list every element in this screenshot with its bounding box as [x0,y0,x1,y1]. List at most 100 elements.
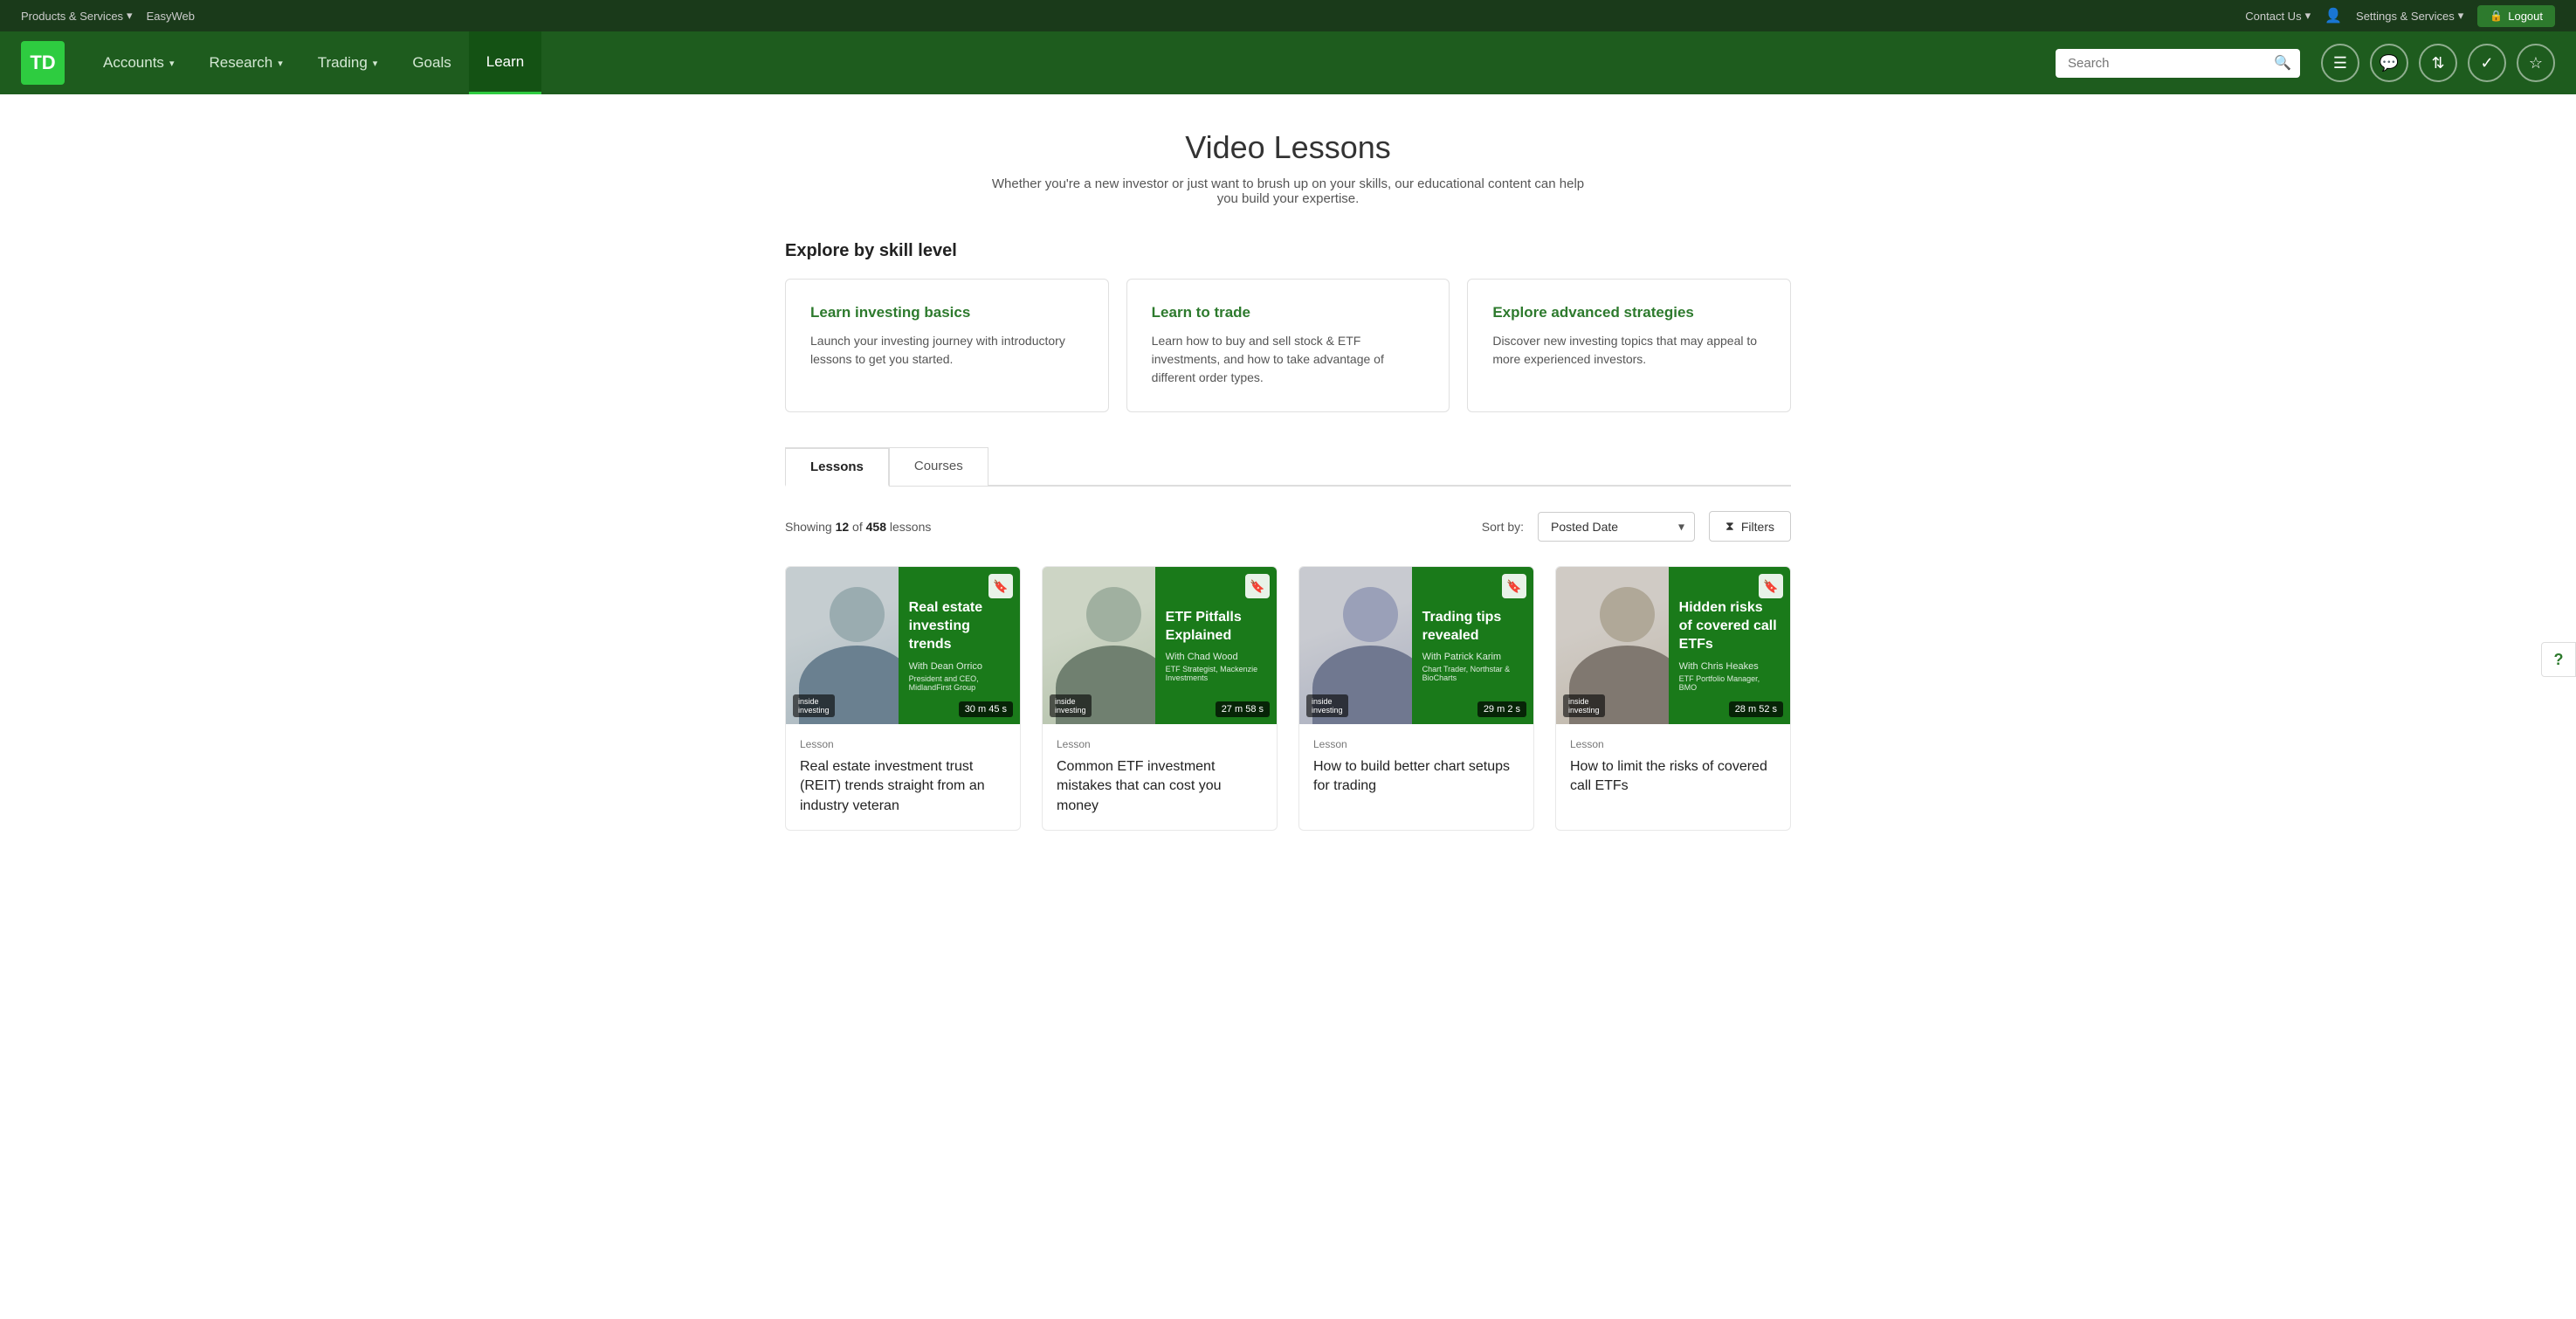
bookmark-icon-3: 🔖 [1506,579,1521,594]
lesson-thumb-4: Hidden risks of covered call ETFs With C… [1556,567,1790,724]
contact-us-dropdown[interactable]: Contact Us ▾ [2245,9,2311,23]
skill-card-basics[interactable]: Learn investing basics Launch your inves… [785,279,1109,412]
person-head-1 [830,575,885,642]
lesson-thumb-2: ETF Pitfalls Explained With Chad Wood ET… [1043,567,1277,724]
lesson-card-2[interactable]: ETF Pitfalls Explained With Chad Wood ET… [1042,566,1278,831]
skill-card-trade-desc: Learn how to buy and sell stock & ETF in… [1152,332,1425,387]
page-hero: Video Lessons Whether you're a new inves… [785,129,1791,206]
help-sidebar-button[interactable]: ? [2541,642,2576,677]
chat-button[interactable]: 💬 [2370,44,2408,82]
lesson-thumb-3: Trading tips revealed With Patrick Karim… [1299,567,1533,724]
sort-label: Sort by: [1482,520,1524,534]
transfer-button[interactable]: ⇅ [2419,44,2457,82]
settings-chevron-icon: ▾ [2458,9,2464,23]
skill-level-section: Explore by skill level Learn investing b… [785,241,1791,412]
person-name-3: With Patrick Karim [1422,652,1523,662]
lesson-card-4[interactable]: Hidden risks of covered call ETFs With C… [1555,566,1791,831]
lesson-info-2: Lesson Common ETF investment mistakes th… [1043,724,1277,830]
nav-item-learn[interactable]: Learn [469,31,541,94]
person-head-circle-2 [1086,587,1141,642]
trading-chevron-icon: ▾ [373,58,378,69]
nav-right-icons: ☰ 💬 ⇅ ✓ ☆ [2321,44,2555,82]
thumb-duration-4: 28 m 52 s [1729,701,1783,717]
person-head-circle-3 [1343,587,1398,642]
search-icon-button[interactable]: 🔍 [2274,54,2291,72]
lesson-title-1: Real estate investment trust (REIT) tren… [800,757,1006,816]
accounts-chevron-icon: ▾ [169,58,175,69]
chat-icon: 💬 [2380,54,2399,73]
person-head-circle-1 [830,587,885,642]
inside-investing-logo-3: insideinvesting [1306,694,1348,717]
thumb-person-4: With Chris Heakes ETF Portfolio Manager,… [1679,661,1780,692]
person-title-4: ETF Portfolio Manager, BMO [1679,674,1780,692]
sort-select[interactable]: Posted Date Alphabetical Duration Skill … [1538,512,1695,542]
trading-label: Trading [318,54,368,72]
lesson-type-2: Lesson [1057,738,1263,750]
person-name-1: With Dean Orrico [909,661,1009,672]
thumb-duration-3: 29 m 2 s [1477,701,1526,717]
nav-item-accounts[interactable]: Accounts ▾ [86,31,191,94]
nav-item-goals[interactable]: Goals [395,31,468,94]
sort-area: Sort by: Posted Date Alphabetical Durati… [1482,511,1791,542]
lesson-title-4: How to limit the risks of covered call E… [1570,757,1776,797]
watchlist-button[interactable]: ☰ [2321,44,2359,82]
skill-card-advanced-title: Explore advanced strategies [1492,304,1766,321]
checkmark-button[interactable]: ✓ [2468,44,2506,82]
skill-card-trade[interactable]: Learn to trade Learn how to buy and sell… [1126,279,1450,412]
person-head-4 [1600,575,1655,642]
bookmark-button-4[interactable]: 🔖 [1759,574,1783,598]
filters-label: Filters [1741,520,1774,534]
skill-card-advanced[interactable]: Explore advanced strategies Discover new… [1467,279,1791,412]
user-icon[interactable]: 👤 [2325,7,2342,24]
bookmark-button-1[interactable]: 🔖 [988,574,1013,598]
bookmark-icon-2: 🔖 [1250,579,1264,594]
person-name-4: With Chris Heakes [1679,661,1780,672]
person-title-1: President and CEO, MidlandFirst Group [909,674,1009,692]
contact-us-label: Contact Us [2245,10,2301,23]
lesson-info-4: Lesson How to limit the risks of covered… [1556,724,1790,811]
search-container: 🔍 [2056,49,2300,78]
transfer-icon: ⇅ [2431,54,2444,73]
main-navigation: TD Accounts ▾ Research ▾ Trading ▾ Goals… [0,31,2576,94]
sort-select-wrapper: Posted Date Alphabetical Duration Skill … [1538,512,1695,542]
inside-investing-logo-2: insideinvesting [1050,694,1092,717]
logout-label: Logout [2508,10,2543,23]
easyweb-link[interactable]: EasyWeb [147,10,195,23]
research-label: Research [209,54,272,72]
bookmark-button-2[interactable]: 🔖 [1245,574,1270,598]
search-input[interactable] [2056,49,2300,78]
thumb-person-1: With Dean Orrico President and CEO, Midl… [909,661,1009,692]
tab-lessons[interactable]: Lessons [785,447,889,487]
filter-icon: ⧗ [1725,519,1734,534]
contact-chevron-icon: ▾ [2305,9,2311,23]
lesson-card-1[interactable]: Real estate investing trends With Dean O… [785,566,1021,831]
nav-item-research[interactable]: Research ▾ [191,31,300,94]
lesson-type-4: Lesson [1570,738,1776,750]
td-logo[interactable]: TD [21,41,65,85]
person-name-2: With Chad Wood [1166,652,1266,662]
filters-button[interactable]: ⧗ Filters [1709,511,1791,542]
star-button[interactable]: ☆ [2517,44,2555,82]
lesson-card-3[interactable]: Trading tips revealed With Patrick Karim… [1298,566,1534,831]
utility-bar-right: Contact Us ▾ 👤 Settings & Services ▾ 🔒 L… [2245,5,2555,27]
person-head-2 [1086,575,1141,642]
person-title-3: Chart Trader, Northstar & BioCharts [1422,665,1523,682]
lesson-type-3: Lesson [1313,738,1519,750]
logout-button[interactable]: 🔒 Logout [2477,5,2555,27]
bookmark-icon-4: 🔖 [1763,579,1778,594]
learn-label: Learn [486,53,524,71]
person-head-circle-4 [1600,587,1655,642]
tab-courses[interactable]: Courses [889,447,988,487]
nav-item-trading[interactable]: Trading ▾ [300,31,396,94]
thumb-title-4: Hidden risks of covered call ETFs [1679,599,1780,653]
accounts-label: Accounts [103,54,164,72]
products-services-dropdown[interactable]: Products & Services ▾ [21,9,133,23]
star-icon: ☆ [2529,54,2543,73]
thumb-person-2: With Chad Wood ETF Strategist, Mackenzie… [1166,652,1266,682]
skill-card-trade-title: Learn to trade [1152,304,1425,321]
goals-label: Goals [412,54,451,72]
bookmark-button-3[interactable]: 🔖 [1502,574,1526,598]
help-icon: ? [2554,651,2564,669]
settings-services-dropdown[interactable]: Settings & Services ▾ [2356,9,2463,23]
thumb-duration-1: 30 m 45 s [959,701,1013,717]
